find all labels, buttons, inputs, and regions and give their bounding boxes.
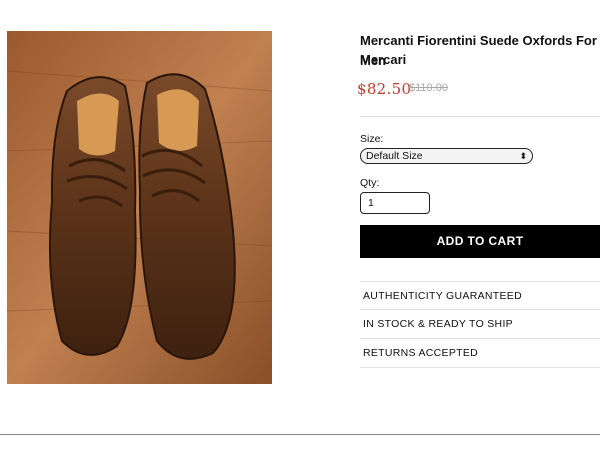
footer-divider bbox=[0, 434, 600, 435]
sale-price: $82.50 bbox=[357, 80, 412, 98]
qty-input[interactable]: 1 bbox=[360, 192, 430, 214]
feature-label: IN STOCK & READY TO SHIP bbox=[363, 318, 513, 330]
product-brand[interactable]: Mercari bbox=[360, 50, 406, 70]
shoe-photo-icon bbox=[7, 31, 272, 384]
feature-item[interactable]: IN STOCK & READY TO SHIP bbox=[360, 310, 600, 339]
size-label: Size: bbox=[360, 133, 384, 145]
qty-label: Qty: bbox=[360, 177, 380, 189]
product-image[interactable] bbox=[7, 31, 272, 384]
feature-item[interactable]: RETURNS ACCEPTED bbox=[360, 339, 600, 368]
feature-label: RETURNS ACCEPTED bbox=[363, 347, 479, 359]
size-select[interactable]: Default Size ⬍ bbox=[360, 148, 533, 164]
divider bbox=[360, 116, 600, 117]
feature-label: AUTHENTICITY GUARANTEED bbox=[363, 290, 522, 302]
add-to-cart-button[interactable]: ADD TO CART bbox=[360, 225, 600, 258]
original-price: $110.00 bbox=[409, 82, 448, 94]
product-details: Mercanti Fiorentini Suede Oxfords For Me… bbox=[357, 0, 600, 450]
chevron-updown-icon: ⬍ bbox=[519, 151, 527, 161]
feature-item[interactable]: AUTHENTICITY GUARANTEED bbox=[360, 281, 600, 310]
size-select-value: Default Size bbox=[366, 150, 423, 162]
